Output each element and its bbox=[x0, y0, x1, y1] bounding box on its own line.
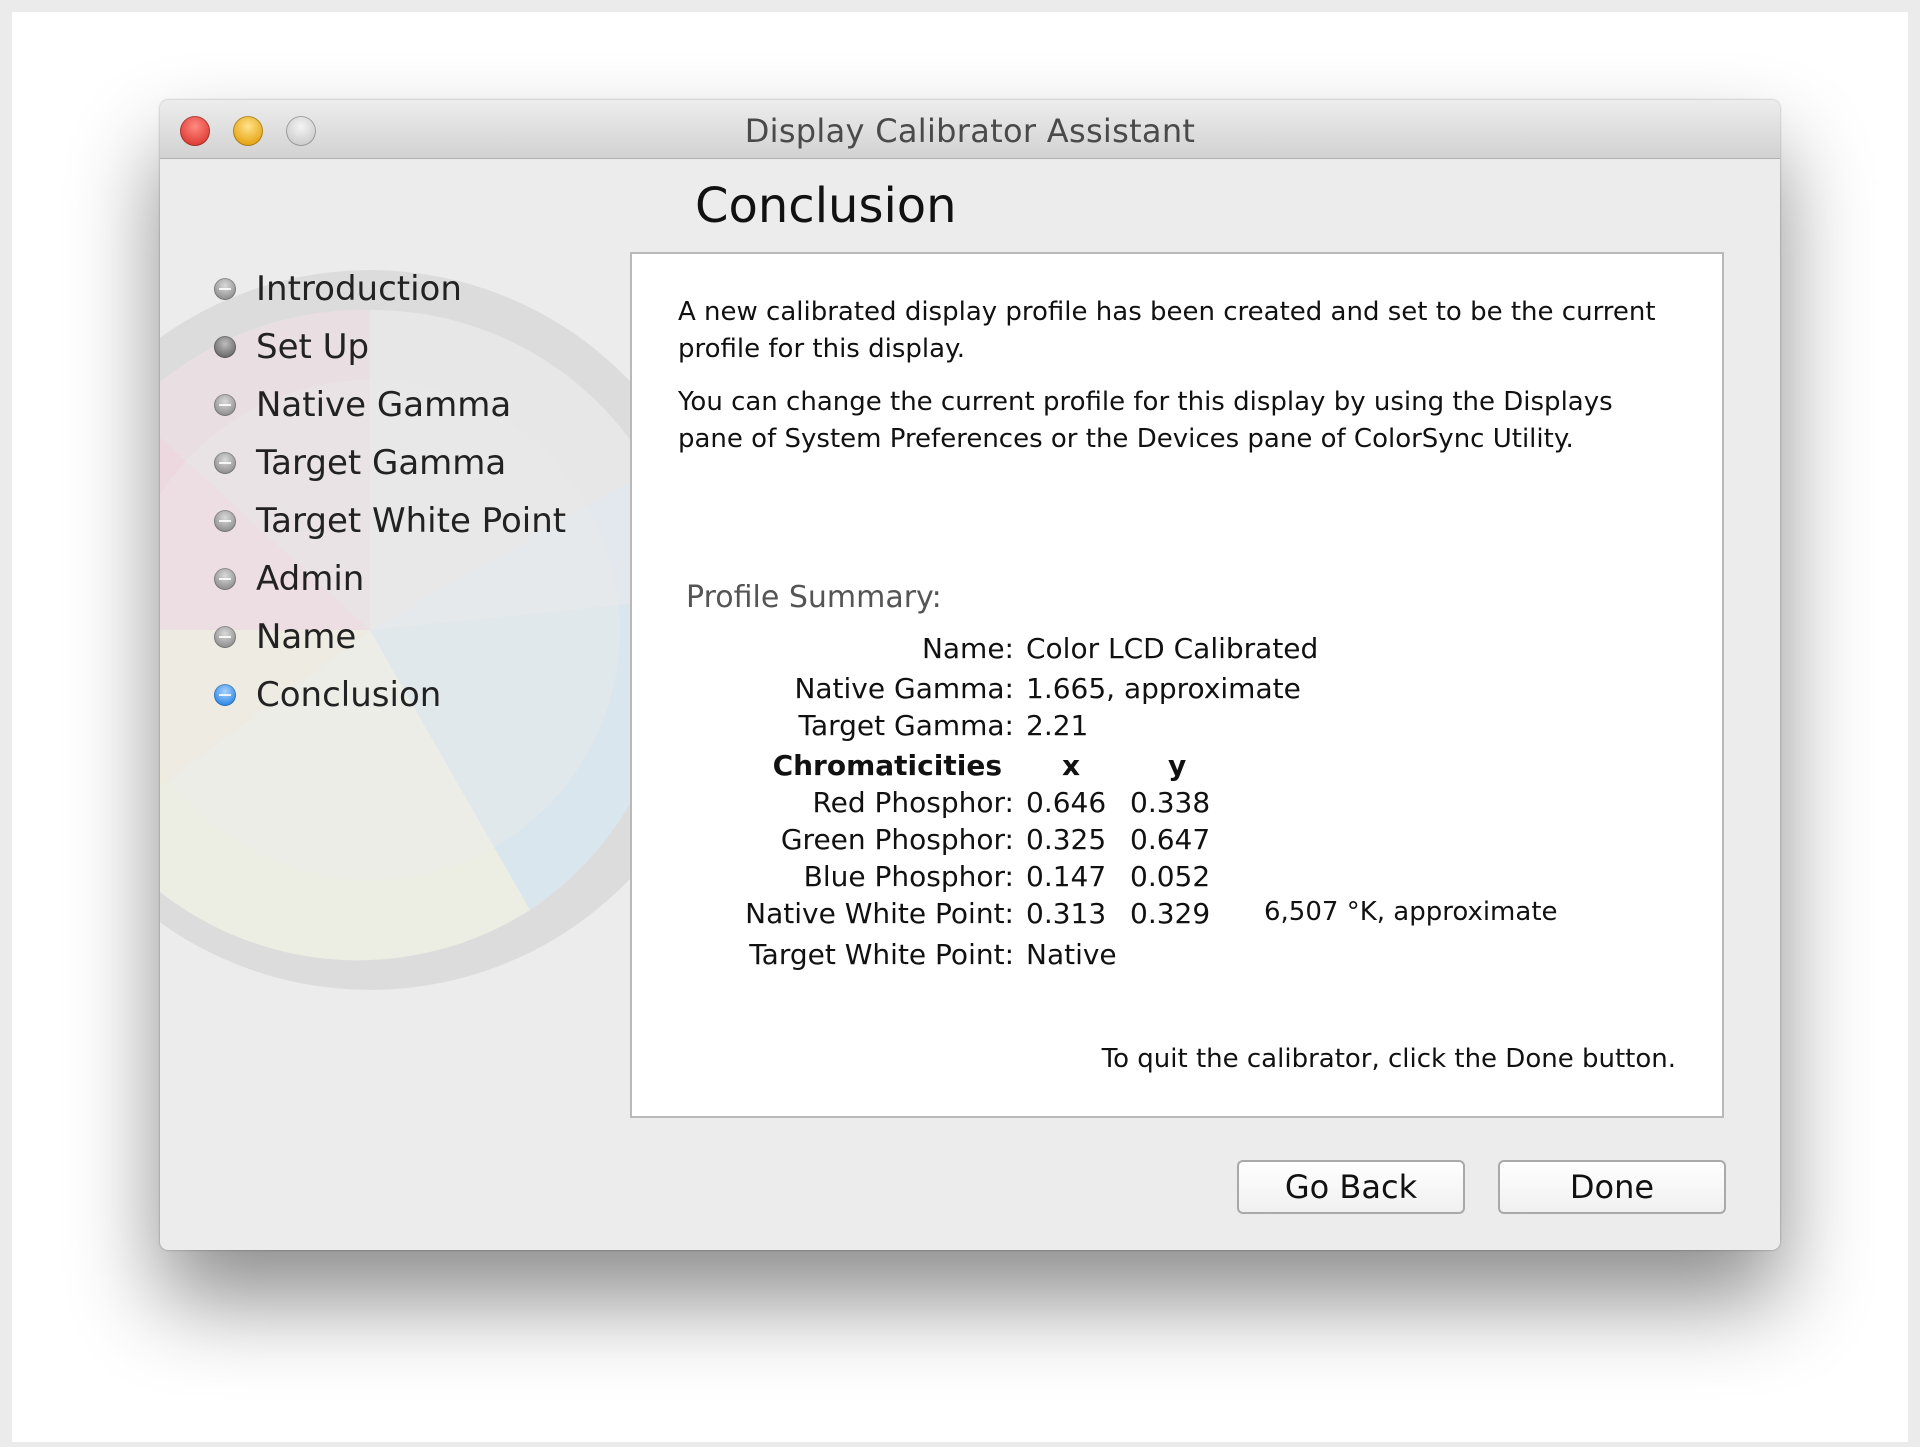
conclusion-panel: A new calibrated display profile has bee… bbox=[630, 252, 1724, 1118]
native-white-point-x: 0.313 bbox=[1026, 897, 1107, 930]
done-button[interactable]: Done bbox=[1498, 1160, 1726, 1214]
target-white-point-label: Target White Point: bbox=[749, 938, 1014, 971]
native-white-point-y: 0.329 bbox=[1130, 897, 1211, 930]
sidebar-step-target-gamma: Target Gamma bbox=[210, 434, 630, 492]
green-phosphor-y: 0.647 bbox=[1130, 823, 1211, 856]
step-label: Target Gamma bbox=[256, 443, 507, 483]
target-white-point-value: Native bbox=[1026, 938, 1117, 971]
step-label: Admin bbox=[256, 559, 365, 599]
sidebar-step-introduction: Introduction bbox=[210, 260, 630, 318]
summary-native-gamma-value: 1.665, approximate bbox=[1026, 672, 1301, 705]
sidebar-step-conclusion: Conclusion bbox=[210, 666, 630, 724]
window-title: Display Calibrator Assistant bbox=[744, 112, 1196, 150]
native-white-point-label: Native White Point: bbox=[745, 897, 1014, 930]
summary-native-gamma-label: Native Gamma: bbox=[794, 672, 1014, 705]
step-bullet-icon bbox=[214, 394, 236, 416]
page-title: Conclusion bbox=[695, 178, 957, 234]
title-bar: Display Calibrator Assistant bbox=[160, 100, 1780, 159]
summary-target-gamma-label: Target Gamma: bbox=[798, 709, 1014, 742]
red-phosphor-x: 0.646 bbox=[1026, 786, 1107, 819]
step-bullet-icon bbox=[214, 626, 236, 648]
blue-phosphor-y: 0.052 bbox=[1130, 860, 1211, 893]
step-bullet-icon bbox=[214, 278, 236, 300]
green-phosphor-label: Green Phosphor: bbox=[780, 823, 1014, 856]
profile-summary-heading: Profile Summary: bbox=[686, 580, 942, 615]
blue-phosphor-label: Blue Phosphor: bbox=[803, 860, 1014, 893]
step-label: Name bbox=[256, 617, 357, 657]
summary-name-value: Color LCD Calibrated bbox=[1026, 632, 1319, 665]
sidebar-step-target-white-point: Target White Point bbox=[210, 492, 630, 550]
step-label: Set Up bbox=[256, 327, 370, 367]
red-phosphor-y: 0.338 bbox=[1130, 786, 1211, 819]
step-label: Conclusion bbox=[256, 675, 442, 715]
red-phosphor-label: Red Phosphor: bbox=[812, 786, 1014, 819]
step-label: Target White Point bbox=[256, 501, 567, 541]
step-label: Native Gamma bbox=[256, 385, 512, 425]
step-bullet-icon bbox=[214, 452, 236, 474]
go-back-button[interactable]: Go Back bbox=[1237, 1160, 1465, 1214]
blue-phosphor-x: 0.147 bbox=[1026, 860, 1107, 893]
step-bullet-icon bbox=[214, 336, 236, 358]
sidebar-step-admin: Admin bbox=[210, 550, 630, 608]
steps-sidebar: Introduction Set Up Native Gamma Target … bbox=[210, 260, 630, 724]
chromaticities-header: Chromaticities bbox=[772, 749, 1002, 782]
profile-created-text: A new calibrated display profile has bee… bbox=[678, 297, 1656, 364]
step-bullet-icon bbox=[214, 510, 236, 532]
step-bullet-active-icon bbox=[214, 684, 236, 706]
sidebar-step-name: Name bbox=[210, 608, 630, 666]
y-column-header: y bbox=[1168, 749, 1187, 782]
sidebar-step-native-gamma: Native Gamma bbox=[210, 376, 630, 434]
calibrator-window: Display Calibrator Assistant Introductio… bbox=[160, 100, 1780, 1250]
step-bullet-icon bbox=[214, 568, 236, 590]
x-column-header: x bbox=[1062, 749, 1081, 782]
quit-instruction-text: To quit the calibrator, click the Done b… bbox=[1101, 1044, 1676, 1074]
step-label: Introduction bbox=[256, 269, 462, 309]
sidebar-step-set-up: Set Up bbox=[210, 318, 630, 376]
green-phosphor-x: 0.325 bbox=[1026, 823, 1107, 856]
change-profile-text: You can change the current profile for t… bbox=[678, 387, 1613, 454]
summary-name-label: Name: bbox=[921, 632, 1014, 665]
summary-target-gamma-value: 2.21 bbox=[1026, 709, 1089, 742]
native-white-point-temperature: 6,507 °K, approximate bbox=[1264, 897, 1558, 927]
